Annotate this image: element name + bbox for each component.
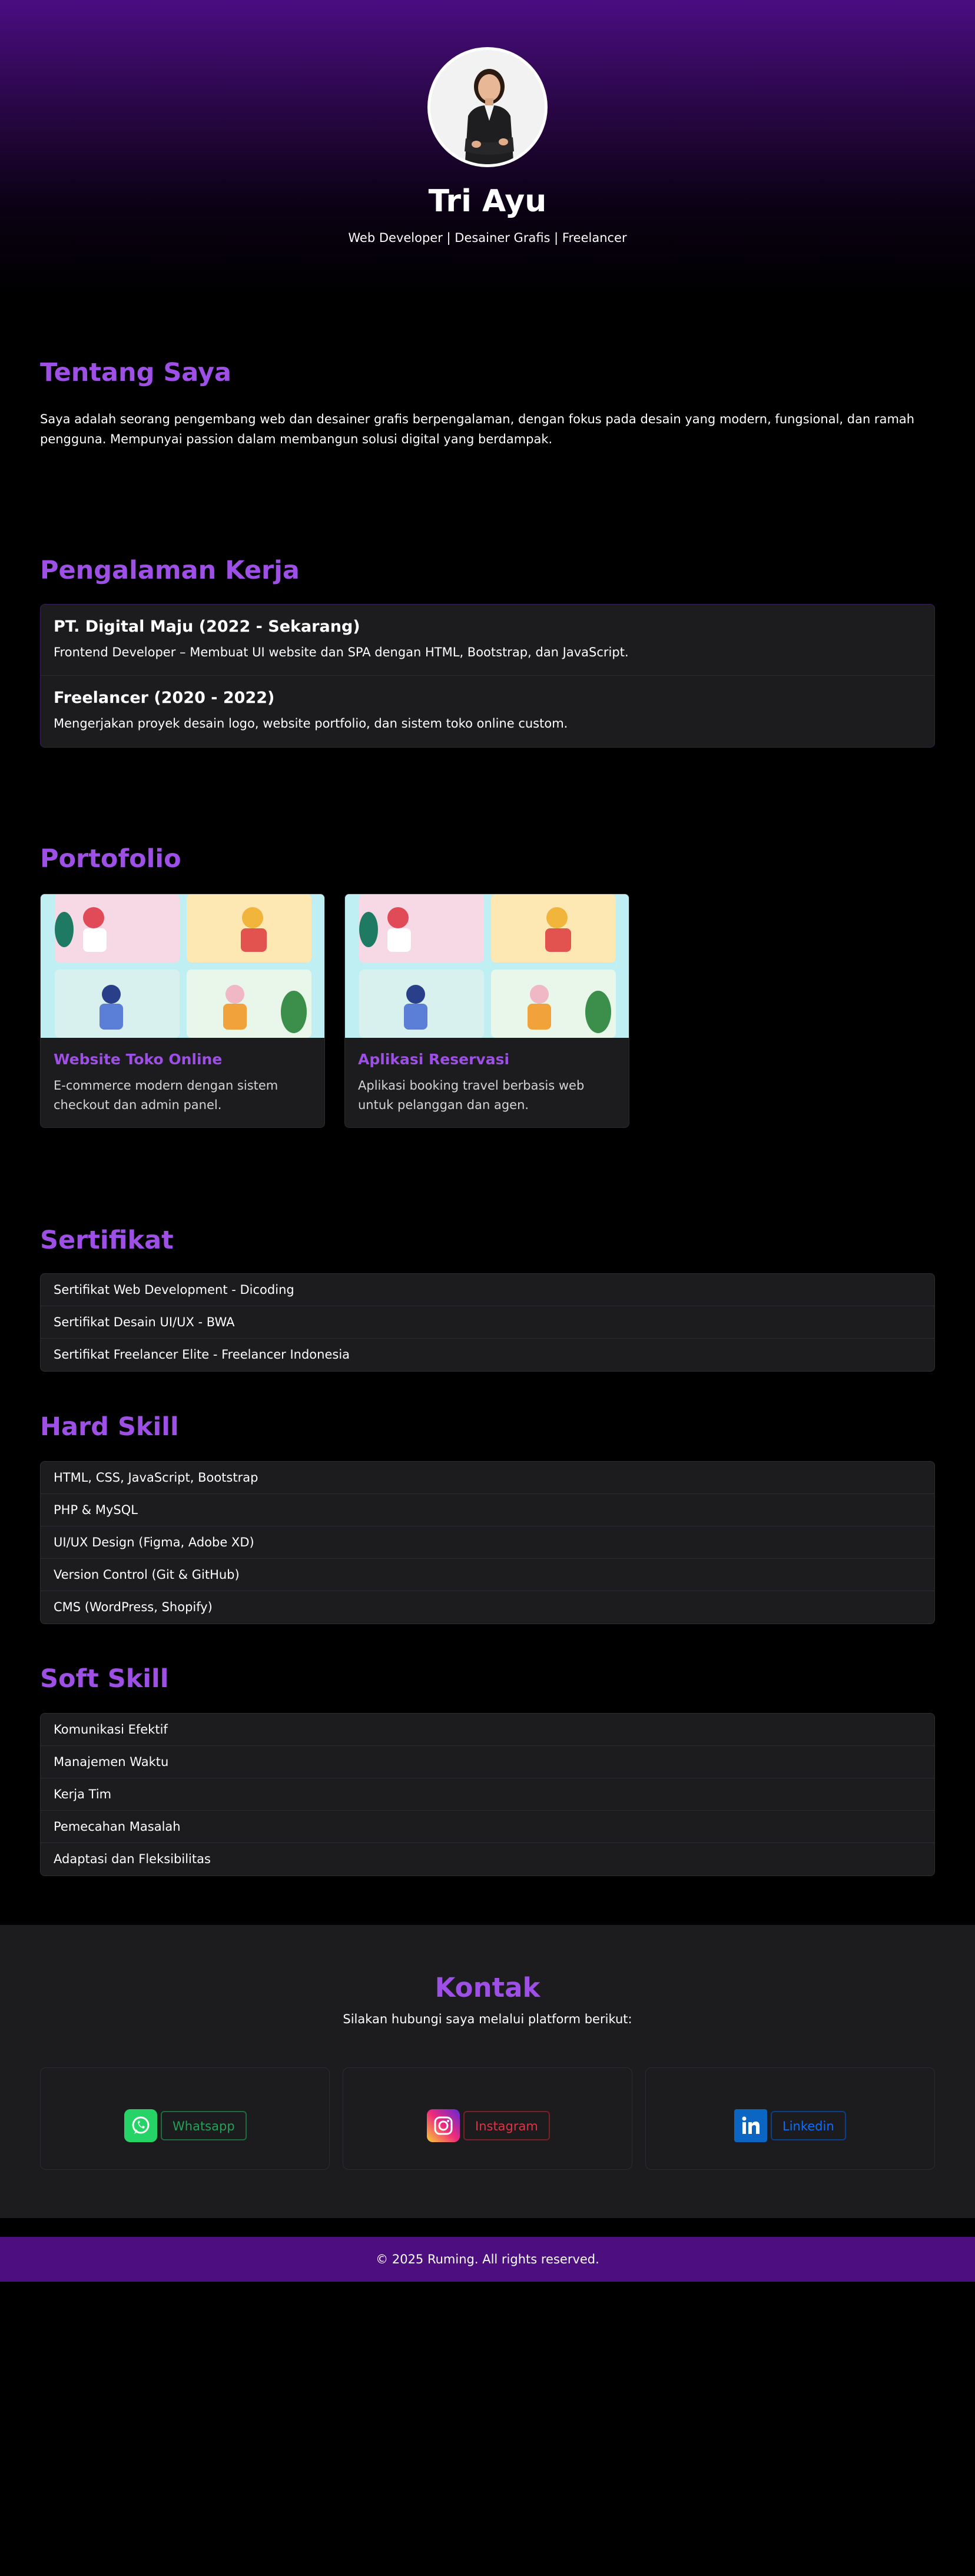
list-item: HTML, CSS, JavaScript, Bootstrap: [41, 1462, 934, 1494]
whatsapp-link[interactable]: Whatsapp: [124, 2109, 247, 2142]
linkedin-icon[interactable]: [734, 2109, 767, 2142]
list-item: Kerja Tim: [41, 1778, 934, 1811]
list-item: Sertifikat Desain UI/UX - BWA: [41, 1306, 934, 1339]
list-item: Pemecahan Masalah: [41, 1811, 934, 1843]
portfolio-card-description: E-commerce modern dengan sistem checkout…: [54, 1078, 278, 1112]
soft-skill-list: Komunikasi Efektif Manajemen Waktu Kerja…: [40, 1713, 935, 1876]
avatar: [427, 47, 548, 167]
list-item: Sertifikat Freelancer Elite - Freelancer…: [54, 1347, 350, 1362]
portfolio-card-description: Aplikasi booking travel berbasis web unt…: [358, 1078, 585, 1112]
footer-text: © 2025 Ruming. All rights reserved.: [376, 2252, 599, 2266]
hard-skill-title: Hard Skill: [40, 1412, 179, 1442]
contact-card: Whatsapp: [40, 2067, 330, 2170]
profile-photo: [430, 50, 545, 164]
portfolio-illustration: [41, 894, 324, 1038]
list-item: Sertifikat Web Development - Dicoding: [41, 1274, 934, 1306]
hero-name: Tri Ayu: [428, 184, 547, 219]
experience-heading: PT. Digital Maju (2022 - Sekarang): [54, 618, 360, 636]
hero-tagline: Web Developer | Desainer Grafis | Freela…: [348, 231, 627, 245]
linkedin-button[interactable]: Linkedin: [771, 2111, 846, 2140]
experience-description: Mengerjakan proyek desain logo, website …: [54, 716, 568, 731]
experience-list: PT. Digital Maju (2022 - Sekarang) Front…: [40, 604, 935, 748]
footer: © 2025 Ruming. All rights reserved.: [0, 2237, 975, 2282]
portfolio-thumbnail: [41, 894, 324, 1038]
hero-header: Tri Ayu Web Developer | Desainer Grafis …: [0, 0, 975, 294]
portfolio-card-title: Website Toko Online: [54, 1051, 223, 1068]
list-item: Adaptasi dan Fleksibilitas: [54, 1852, 211, 1866]
list-item: PHP & MySQL: [41, 1494, 934, 1526]
portfolio-illustration: [345, 894, 629, 1038]
portfolio-card-title: Aplikasi Reservasi: [358, 1051, 510, 1068]
list-item: CMS (WordPress, Shopify): [54, 1600, 213, 1614]
contact-card: Linkedin: [645, 2067, 935, 2170]
experience-heading: Freelancer (2020 - 2022): [54, 689, 275, 707]
contact-card: Instagram: [343, 2067, 632, 2170]
certificates-list: Sertifikat Web Development - Dicoding Se…: [40, 1273, 935, 1372]
certificates-title: Sertifikat: [40, 1226, 174, 1255]
experience-title: Pengalaman Kerja: [40, 556, 300, 585]
portfolio-card[interactable]: Aplikasi Reservasi Aplikasi booking trav…: [344, 894, 629, 1128]
portfolio-title: Portofolio: [40, 844, 181, 874]
experience-item: Freelancer (2020 - 2022) Mengerjakan pro…: [41, 676, 934, 747]
hard-skill-list: HTML, CSS, JavaScript, Bootstrap PHP & M…: [40, 1461, 935, 1624]
experience-item: PT. Digital Maju (2022 - Sekarang) Front…: [41, 605, 934, 676]
whatsapp-icon[interactable]: [124, 2109, 157, 2142]
instagram-icon[interactable]: [427, 2109, 460, 2142]
soft-skill-title: Soft Skill: [40, 1664, 169, 1694]
about-text: Saya adalah seorang pengembang web dan d…: [40, 412, 915, 446]
list-item: UI/UX Design (Figma, Adobe XD): [41, 1526, 934, 1559]
contact-title: Kontak: [435, 1972, 540, 2003]
instagram-button[interactable]: Instagram: [463, 2111, 550, 2140]
contact-section: Kontak Silakan hubungi saya melalui plat…: [0, 1925, 975, 2218]
experience-description: Frontend Developer – Membuat UI website …: [54, 645, 629, 659]
about-title: Tentang Saya: [40, 358, 232, 387]
list-item: Manajemen Waktu: [41, 1746, 934, 1778]
whatsapp-button[interactable]: Whatsapp: [161, 2111, 247, 2140]
list-item: Komunikasi Efektif: [41, 1714, 934, 1746]
instagram-link[interactable]: Instagram: [427, 2109, 550, 2142]
list-item: Version Control (Git & GitHub): [41, 1559, 934, 1591]
portfolio-thumbnail: [345, 894, 629, 1038]
linkedin-link[interactable]: Linkedin: [734, 2109, 846, 2142]
contact-subtitle: Silakan hubungi saya melalui platform be…: [343, 2012, 632, 2026]
portfolio-card[interactable]: Website Toko Online E-commerce modern de…: [40, 894, 325, 1128]
